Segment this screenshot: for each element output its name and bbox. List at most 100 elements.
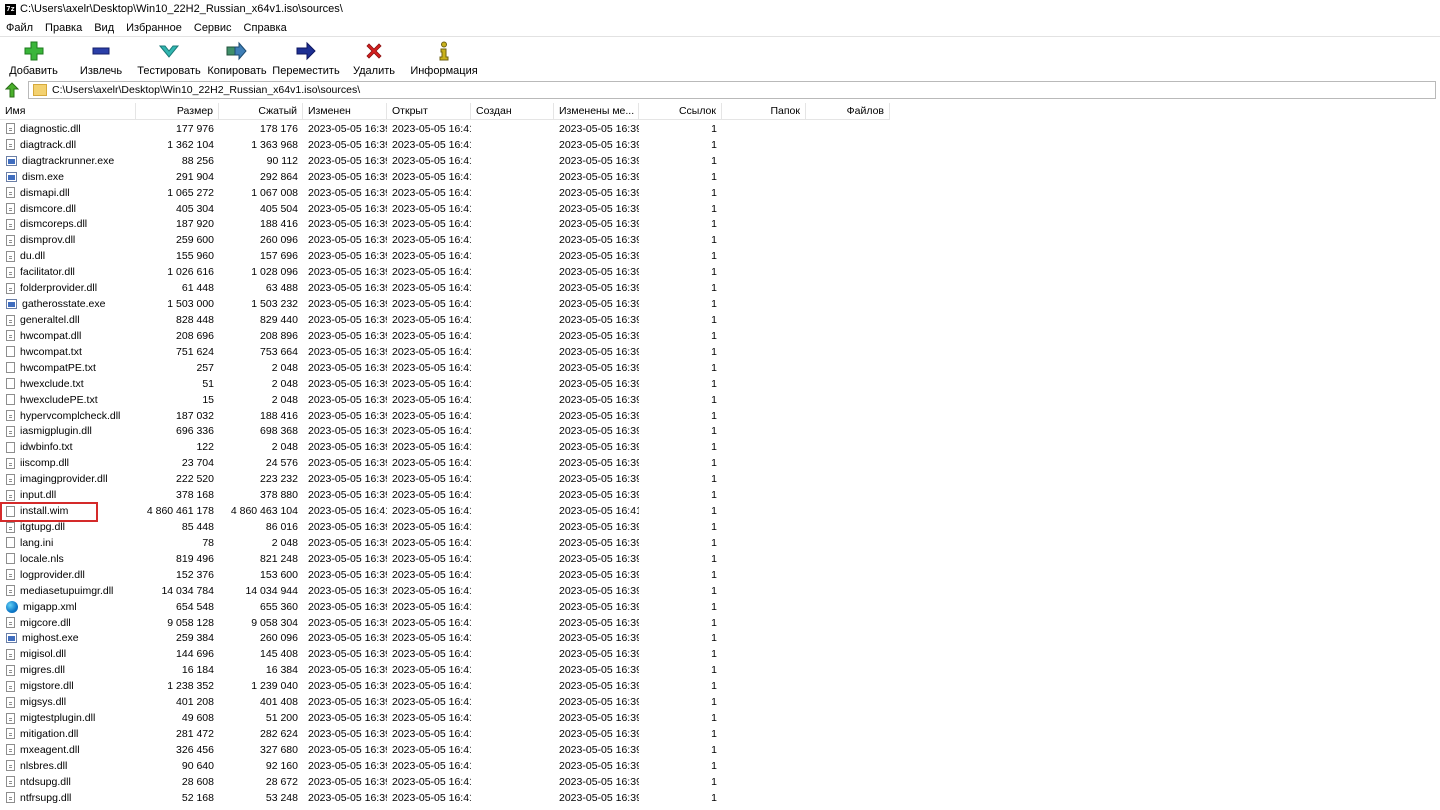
column-header-name[interactable]: Имя	[0, 103, 136, 119]
table-row[interactable]: mighost.exe 259 384 260 096 2023-05-05 16:3…	[0, 631, 890, 647]
table-row[interactable]: install.wim 4 860 461 178 4 860 463 104 202…	[0, 503, 890, 519]
file-name-cell[interactable]: generaltel.dll	[0, 314, 136, 326]
file-name-cell[interactable]: locale.nls	[0, 553, 136, 565]
table-row[interactable]: gatherosstate.exe 1 503 000 1 503 232 2023-…	[0, 296, 890, 312]
table-row[interactable]: migres.dll 16 184 16 384 2023-05-05 16:39 20…	[0, 662, 890, 678]
table-row[interactable]: migstore.dll 1 238 352 1 239 040 2023-05-05…	[0, 678, 890, 694]
table-row[interactable]: hypervcomplcheck.dll 187 032 188 416 2023-0…	[0, 408, 890, 424]
table-row[interactable]: migcore.dll 9 058 128 9 058 304 2023-05-05 …	[0, 615, 890, 631]
table-row[interactable]: hwcompat.dll 208 696 208 896 2023-05-05 16:…	[0, 328, 890, 344]
file-name-cell[interactable]: migisol.dll	[0, 648, 136, 660]
table-row[interactable]: dismapi.dll 1 065 272 1 067 008 2023-05-05 …	[0, 185, 890, 201]
table-row[interactable]: itgtupg.dll 85 448 86 016 2023-05-05 16:39 2…	[0, 519, 890, 535]
file-name-cell[interactable]: diagtrack.dll	[0, 139, 136, 151]
file-name-cell[interactable]: hwexcludePE.txt	[0, 394, 136, 406]
file-name-cell[interactable]: diagnostic.dll	[0, 123, 136, 135]
table-row[interactable]: ntfrsupg.dll 52 168 53 248 2023-05-05 16:39…	[0, 790, 890, 806]
file-name-cell[interactable]: hwcompatPE.txt	[0, 362, 136, 374]
table-row[interactable]: iiscomp.dll 23 704 24 576 2023-05-05 16:39 2…	[0, 455, 890, 471]
table-row[interactable]: dismprov.dll 259 600 260 096 2023-05-05 16:…	[0, 232, 890, 248]
table-row[interactable]: facilitator.dll 1 026 616 1 028 096 2023-05…	[0, 264, 890, 280]
table-row[interactable]: migsys.dll 401 208 401 408 2023-05-05 16:39…	[0, 694, 890, 710]
menu-item-3[interactable]: Избранное	[120, 22, 188, 34]
folder-up-icon[interactable]	[4, 82, 20, 98]
file-name-cell[interactable]: hwexclude.txt	[0, 378, 136, 390]
file-name-cell[interactable]: dismcore.dll	[0, 203, 136, 215]
file-name-cell[interactable]: mxeagent.dll	[0, 744, 136, 756]
column-header-packed[interactable]: Сжатый	[219, 103, 303, 119]
table-row[interactable]: migapp.xml 654 548 655 360 2023-05-05 16:39…	[0, 599, 890, 615]
file-name-cell[interactable]: mediasetupuimgr.dll	[0, 585, 136, 597]
table-row[interactable]: hwcompat.txt 751 624 753 664 2023-05-05 16:…	[0, 344, 890, 360]
copy-button[interactable]: Копировать	[203, 38, 271, 77]
file-name-cell[interactable]: folderprovider.dll	[0, 282, 136, 294]
file-name-cell[interactable]: idwbinfo.txt	[0, 441, 136, 453]
menu-item-2[interactable]: Вид	[88, 22, 120, 34]
table-row[interactable]: imagingprovider.dll 222 520 223 232 2023-05…	[0, 471, 890, 487]
file-name-cell[interactable]: hwcompat.txt	[0, 346, 136, 358]
table-row[interactable]: du.dll 155 960 157 696 2023-05-05 16:39 2023…	[0, 248, 890, 264]
file-name-cell[interactable]: ntdsupg.dll	[0, 776, 136, 788]
file-name-cell[interactable]: migres.dll	[0, 664, 136, 676]
file-name-cell[interactable]: imagingprovider.dll	[0, 473, 136, 485]
file-name-cell[interactable]: migsys.dll	[0, 696, 136, 708]
menu-item-0[interactable]: Файл	[0, 22, 39, 34]
file-name-cell[interactable]: nlsbres.dll	[0, 760, 136, 772]
file-name-cell[interactable]: du.dll	[0, 250, 136, 262]
test-button[interactable]: Тестировать	[135, 38, 203, 77]
file-name-cell[interactable]: facilitator.dll	[0, 266, 136, 278]
table-row[interactable]: generaltel.dll 828 448 829 440 2023-05-05 1…	[0, 312, 890, 328]
column-header-modified[interactable]: Изменен	[303, 103, 387, 119]
table-row[interactable]: folderprovider.dll 61 448 63 488 2023-05-05…	[0, 280, 890, 296]
file-name-cell[interactable]: iasmigplugin.dll	[0, 425, 136, 437]
table-row[interactable]: ntdsupg.dll 28 608 28 672 2023-05-05 16:39 2…	[0, 774, 890, 790]
menu-item-1[interactable]: Правка	[39, 22, 88, 34]
column-header-folders[interactable]: Папок	[722, 103, 806, 119]
delete-button[interactable]: Удалить	[341, 38, 407, 77]
table-row[interactable]: diagtrack.dll 1 362 104 1 363 968 2023-05-0…	[0, 137, 890, 153]
file-name-cell[interactable]: migapp.xml	[0, 600, 136, 613]
column-header-size[interactable]: Размер	[136, 103, 219, 119]
table-row[interactable]: input.dll 378 168 378 880 2023-05-05 16:39 2…	[0, 487, 890, 503]
table-row[interactable]: hwcompatPE.txt 257 2 048 2023-05-05 16:39 20…	[0, 360, 890, 376]
table-row[interactable]: hwexclude.txt 51 2 048 2023-05-05 16:39 2023…	[0, 376, 890, 392]
file-name-cell[interactable]: ntfrsupg.dll	[0, 792, 136, 804]
file-name-cell[interactable]: migstore.dll	[0, 680, 136, 692]
file-name-cell[interactable]: install.wim	[0, 505, 136, 517]
file-name-cell[interactable]: input.dll	[0, 489, 136, 501]
table-row[interactable]: dism.exe 291 904 292 864 2023-05-05 16:39 20…	[0, 169, 890, 185]
add-button[interactable]: Добавить	[0, 38, 67, 77]
file-name-cell[interactable]: hwcompat.dll	[0, 330, 136, 342]
table-row[interactable]: lang.ini 78 2 048 2023-05-05 16:39 2023-05-0…	[0, 535, 890, 551]
table-row[interactable]: migtestplugin.dll 49 608 51 200 2023-05-05 …	[0, 710, 890, 726]
column-header-links[interactable]: Ссылок	[639, 103, 722, 119]
file-name-cell[interactable]: dism.exe	[0, 171, 136, 183]
column-header-files[interactable]: Файлов	[806, 103, 890, 119]
address-input[interactable]: C:\Users\axelr\Desktop\Win10_22H2_Russia…	[28, 81, 1436, 99]
table-row[interactable]: locale.nls 819 496 821 248 2023-05-05 16:39…	[0, 551, 890, 567]
file-name-cell[interactable]: hypervcomplcheck.dll	[0, 410, 136, 422]
table-row[interactable]: nlsbres.dll 90 640 92 160 2023-05-05 16:39 2…	[0, 758, 890, 774]
column-header-opened[interactable]: Открыт	[387, 103, 471, 119]
file-name-cell[interactable]: mighost.exe	[0, 632, 136, 644]
file-name-cell[interactable]: dismcoreps.dll	[0, 218, 136, 230]
table-row[interactable]: logprovider.dll 152 376 153 600 2023-05-05 …	[0, 567, 890, 583]
menu-item-5[interactable]: Справка	[238, 22, 293, 34]
file-name-cell[interactable]: iiscomp.dll	[0, 457, 136, 469]
file-name-cell[interactable]: dismprov.dll	[0, 234, 136, 246]
file-name-cell[interactable]: diagtrackrunner.exe	[0, 155, 136, 167]
file-name-cell[interactable]: lang.ini	[0, 537, 136, 549]
column-header-created[interactable]: Создан	[471, 103, 554, 119]
file-name-cell[interactable]: mitigation.dll	[0, 728, 136, 740]
table-row[interactable]: dismcoreps.dll 187 920 188 416 2023-05-05 1…	[0, 217, 890, 233]
table-row[interactable]: dismcore.dll 405 304 405 504 2023-05-05 16:…	[0, 201, 890, 217]
info-button[interactable]: Информация	[407, 38, 481, 77]
table-row[interactable]: iasmigplugin.dll 696 336 698 368 2023-05-05…	[0, 424, 890, 440]
table-row[interactable]: migisol.dll 144 696 145 408 2023-05-05 16:3…	[0, 646, 890, 662]
table-row[interactable]: mediasetupuimgr.dll 14 034 784 14 034 944 2…	[0, 583, 890, 599]
file-name-cell[interactable]: dismapi.dll	[0, 187, 136, 199]
table-row[interactable]: mxeagent.dll 326 456 327 680 2023-05-05 16:…	[0, 742, 890, 758]
column-header-changed[interactable]: Изменены ме...	[554, 103, 639, 119]
file-name-cell[interactable]: gatherosstate.exe	[0, 298, 136, 310]
extract-button[interactable]: Извлечь	[67, 38, 135, 77]
